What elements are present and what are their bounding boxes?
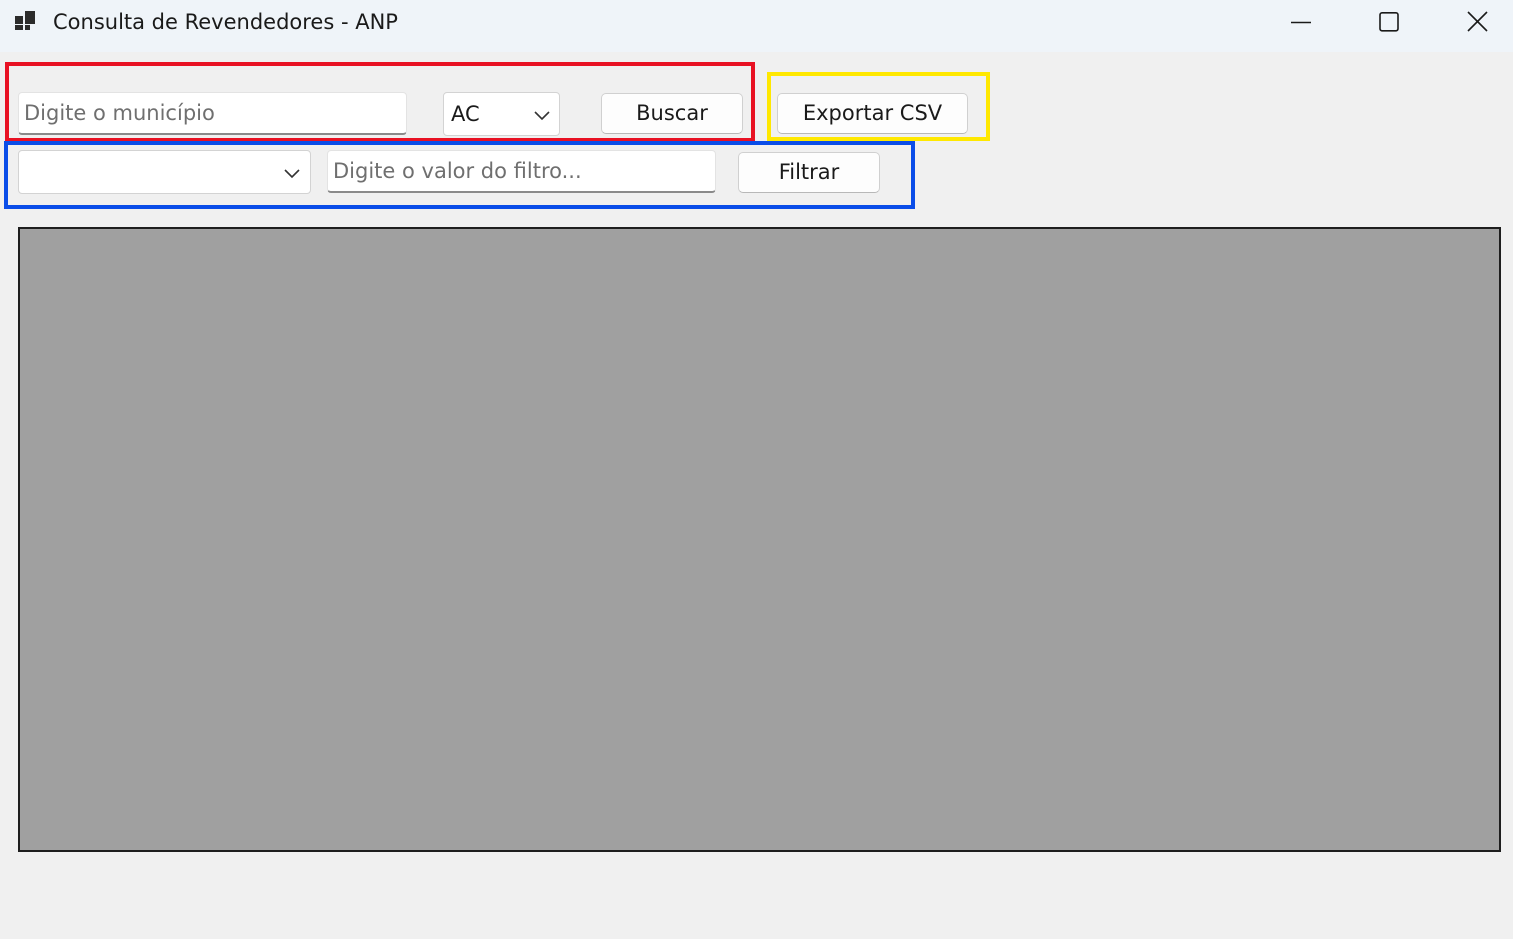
chevron-down-icon: [534, 111, 550, 121]
chevron-down-icon: [284, 169, 300, 179]
minimize-button[interactable]: [1257, 0, 1345, 44]
filter-field-combobox[interactable]: [18, 150, 311, 194]
uf-combobox[interactable]: AC: [443, 92, 560, 136]
buscar-button[interactable]: Buscar: [601, 93, 743, 134]
app-icon: [15, 11, 37, 31]
exportar-csv-button[interactable]: Exportar CSV: [777, 93, 968, 134]
results-data-grid[interactable]: [18, 227, 1501, 852]
uf-selected-value: AC: [451, 102, 480, 126]
maximize-icon: [1379, 11, 1399, 32]
maximize-button[interactable]: [1345, 0, 1433, 44]
filtrar-button[interactable]: Filtrar: [738, 152, 880, 193]
close-button[interactable]: [1433, 0, 1513, 44]
municipio-input[interactable]: [18, 92, 407, 135]
minimize-icon: [1291, 21, 1311, 24]
window-title: Consulta de Revendedores - ANP: [53, 10, 398, 34]
close-icon: [1467, 11, 1488, 32]
filter-value-input[interactable]: [327, 150, 716, 193]
title-bar[interactable]: Consulta de Revendedores - ANP: [0, 0, 1513, 52]
main-window: Consulta de Revendedores - ANP AC Buscar…: [0, 0, 1513, 939]
